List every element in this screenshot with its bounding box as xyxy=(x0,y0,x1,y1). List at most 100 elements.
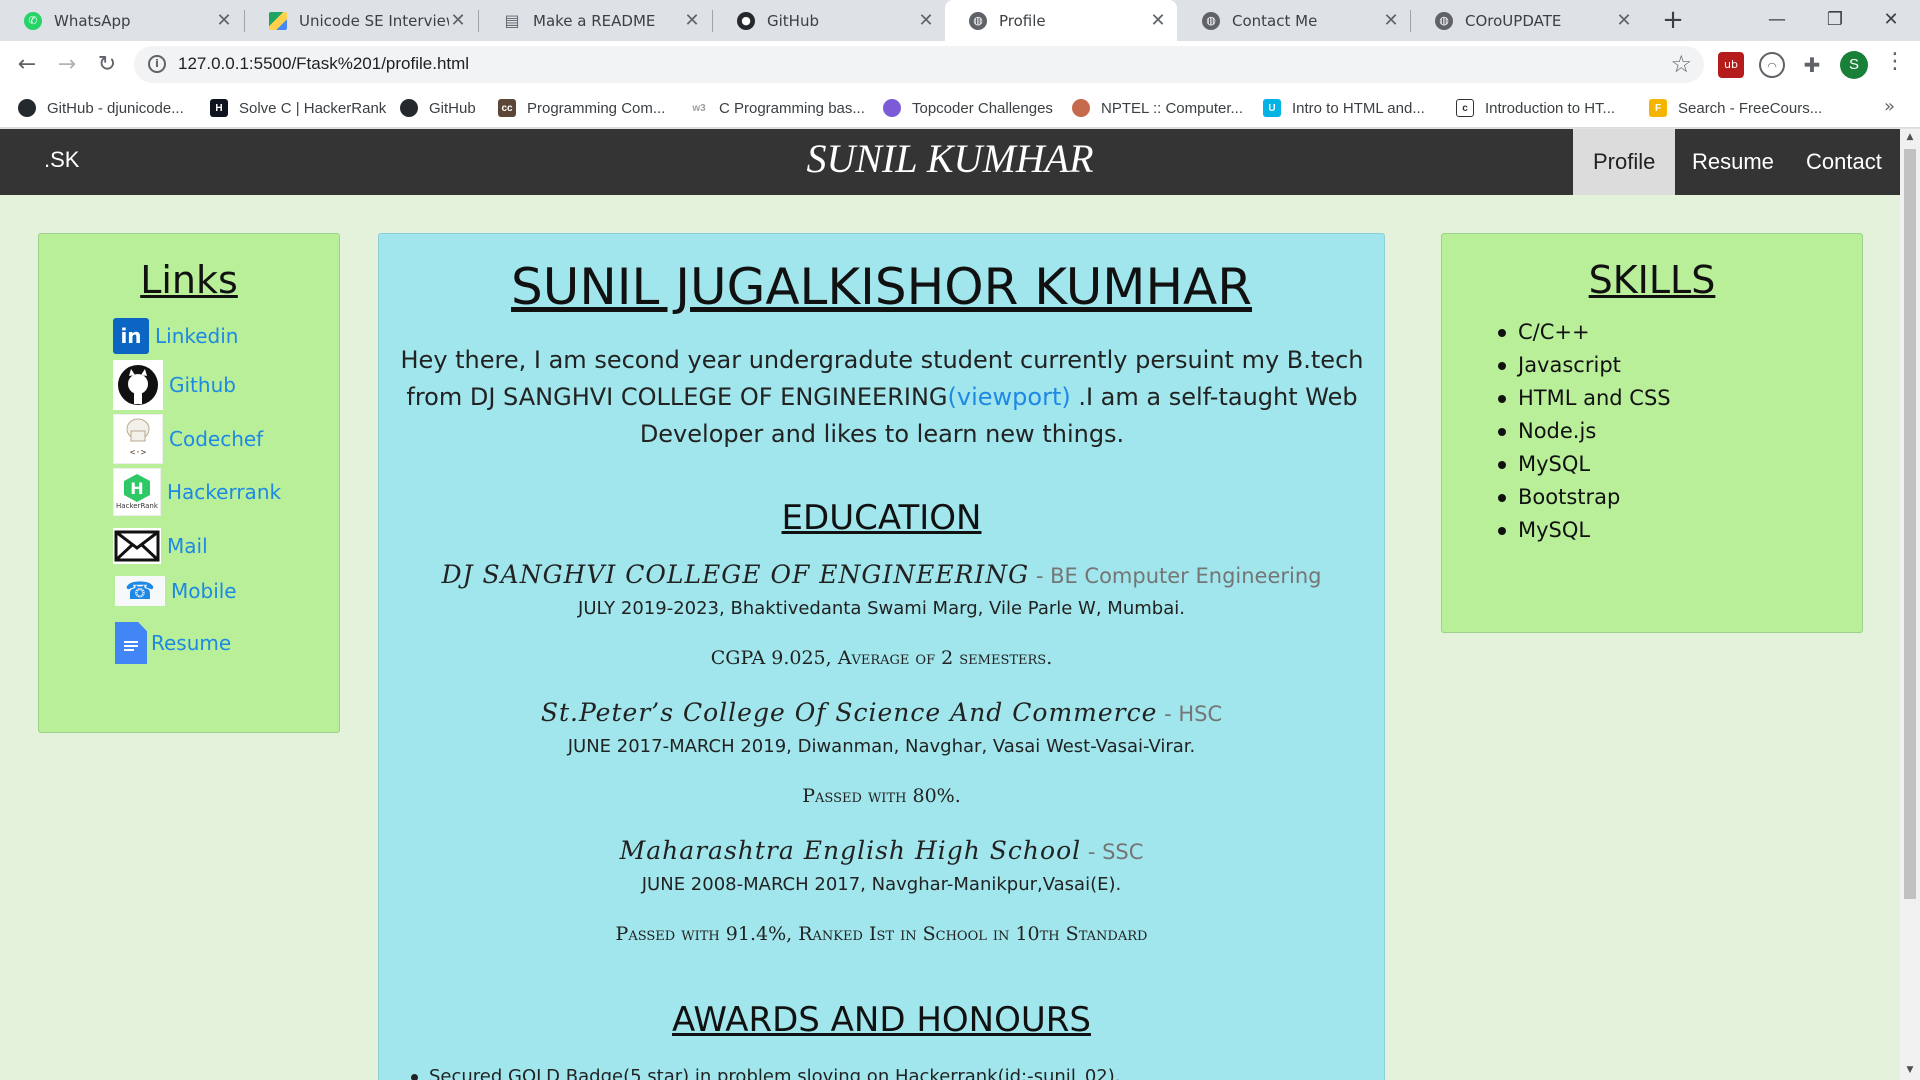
close-icon[interactable]: ✕ xyxy=(917,10,935,31)
bookmark-item[interactable]: cc Programming Com... xyxy=(498,98,665,118)
topcoder-icon xyxy=(883,99,901,117)
bookmark-label: Introduction to HT... xyxy=(1485,99,1616,117)
nav-profile[interactable]: Profile xyxy=(1573,129,1676,195)
bookmark-star-icon[interactable]: ☆ xyxy=(1670,50,1692,78)
link-linkedin[interactable]: in Linkedin xyxy=(113,318,238,354)
bookmark-item[interactable]: GitHub xyxy=(400,98,476,118)
awards-list: Secured GOLD Badge(5 star) in problem sl… xyxy=(411,1066,1329,1080)
tab-title: Make a README xyxy=(533,11,656,30)
degree-label: - SSC xyxy=(1081,840,1144,864)
list-item: MySQL xyxy=(1498,514,1671,547)
institution-name: DJ SANGHVI COLLEGE OF ENGINEERING xyxy=(441,560,1030,589)
extension-circle-icon[interactable]: ◠ xyxy=(1759,52,1785,78)
close-icon[interactable]: ✕ xyxy=(449,10,467,31)
freecourse-icon: F xyxy=(1649,99,1667,117)
link-codechef[interactable]: <·> Codechef xyxy=(113,414,263,464)
scrollbar-thumb[interactable] xyxy=(1904,149,1916,899)
bookmark-item[interactable]: Topcoder Challenges xyxy=(883,98,1053,118)
bookmark-label: Search - FreeCours... xyxy=(1678,99,1823,117)
bookmark-label: Solve C | HackerRank xyxy=(239,99,387,117)
tab-readme[interactable]: ▤ Make a README ✕ xyxy=(479,0,711,41)
new-tab-button[interactable]: + xyxy=(1657,4,1689,36)
links-heading: Links xyxy=(140,258,238,302)
tab-title: COroUPDATE xyxy=(1465,11,1562,30)
education-score: Passed with 91.4%, Ranked Ist in School … xyxy=(615,923,1148,945)
viewport-link[interactable]: (viewport) xyxy=(948,383,1071,411)
github-icon xyxy=(400,99,418,117)
nav-resume[interactable]: Resume xyxy=(1672,129,1794,195)
bookmarks-bar: GitHub - djunicode... H Solve C | Hacker… xyxy=(0,88,1920,128)
menu-dots-icon[interactable]: ⋮ xyxy=(1884,49,1906,74)
browser-toolbar: ← → ↻ i 127.0.0.1:5500/Ftask%201/profile… xyxy=(0,41,1920,88)
close-icon[interactable]: ✕ xyxy=(1615,10,1633,31)
tab-coroupdate[interactable]: ◍ COroUPDATE ✕ xyxy=(1411,0,1643,41)
document-icon: ▤ xyxy=(504,11,520,30)
education-detail: JULY 2019-2023, Bhaktivedanta Swami Marg… xyxy=(578,598,1185,619)
list-item: Javascript xyxy=(1498,349,1671,382)
site-navbar: .SK SUNIL KUMHAR Profile Resume Contact xyxy=(0,129,1900,195)
linkedin-icon: in xyxy=(113,318,149,354)
reload-icon[interactable]: ↻ xyxy=(91,49,123,81)
link-mail[interactable]: Mail xyxy=(113,528,208,564)
ublock-icon[interactable]: ub xyxy=(1718,52,1744,78)
minimize-button[interactable]: — xyxy=(1748,0,1806,41)
link-mobile[interactable]: ☎ Mobile xyxy=(115,576,237,606)
skills-card: SKILLS C/C++ Javascript HTML and CSS Nod… xyxy=(1441,233,1863,633)
link-github[interactable]: Github xyxy=(113,360,236,410)
bookmarks-more-button[interactable]: » xyxy=(1884,96,1895,117)
list-item: MySQL xyxy=(1498,448,1671,481)
scroll-down-arrow-icon[interactable]: ▼ xyxy=(1904,1065,1916,1077)
close-icon[interactable]: ✕ xyxy=(1382,10,1400,31)
tab-whatsapp[interactable]: ✆ WhatsApp ✕ xyxy=(0,0,243,41)
education-institution: Maharashtra English High School - SSC xyxy=(379,836,1384,865)
link-resume[interactable]: Resume xyxy=(115,622,231,664)
github-icon: ● xyxy=(737,11,755,30)
bookmark-label: GitHub xyxy=(429,99,476,117)
close-icon[interactable]: ✕ xyxy=(1149,10,1167,31)
tab-profile[interactable]: ◍ Profile ✕ xyxy=(945,0,1177,41)
bookmark-item[interactable]: w3 C Programming bas... xyxy=(690,98,865,118)
tab-title: Unicode SE Interview Ta xyxy=(299,11,449,30)
bookmark-label: Programming Com... xyxy=(527,99,666,117)
page-viewport: .SK SUNIL KUMHAR Profile Resume Contact … xyxy=(0,129,1900,1080)
address-bar[interactable]: i 127.0.0.1:5500/Ftask%201/profile.html … xyxy=(134,46,1704,83)
education-detail: JUNE 2017-MARCH 2019, Diwanman, Navghar,… xyxy=(567,736,1196,757)
close-icon[interactable]: ✕ xyxy=(683,10,701,31)
link-hackerrank[interactable]: H HackerRank Hackerrank xyxy=(113,468,281,516)
tab-github[interactable]: ● GitHub ✕ xyxy=(713,0,945,41)
bookmark-item[interactable]: H Solve C | HackerRank xyxy=(210,98,386,118)
bookmark-item[interactable]: c Introduction to HT... xyxy=(1456,98,1615,118)
profile-avatar[interactable]: S xyxy=(1840,51,1868,79)
bookmark-item[interactable]: U Intro to HTML and... xyxy=(1263,98,1425,118)
list-item: Bootstrap xyxy=(1498,481,1671,514)
page-scrollbar[interactable]: ▲ ▼ xyxy=(1900,129,1920,1080)
hackerrank-icon: H HackerRank xyxy=(113,468,161,516)
list-item: Node.js xyxy=(1498,415,1671,448)
back-arrow-icon[interactable]: ← xyxy=(11,49,43,81)
globe-icon: ◍ xyxy=(1202,11,1220,30)
tab-unicode[interactable]: Unicode SE Interview Ta ✕ xyxy=(245,0,477,41)
close-window-button[interactable]: ✕ xyxy=(1862,0,1920,41)
close-icon[interactable]: ✕ xyxy=(215,10,233,31)
bookmark-item[interactable]: GitHub - djunicode... xyxy=(18,98,184,118)
restore-button[interactable]: ❐ xyxy=(1806,0,1864,41)
link-label: Mobile xyxy=(171,579,237,603)
bookmark-item[interactable]: NPTEL :: Computer... xyxy=(1072,98,1243,118)
skills-heading: SKILLS xyxy=(1588,258,1716,302)
bookmark-item[interactable]: F Search - FreeCours... xyxy=(1649,98,1822,118)
w3schools-icon: w3 xyxy=(692,102,706,114)
forward-arrow-icon[interactable]: → xyxy=(51,49,83,81)
education-score: Passed with 80%. xyxy=(802,785,961,807)
nav-contact[interactable]: Contact xyxy=(1786,129,1900,195)
info-icon[interactable]: i xyxy=(148,55,166,73)
institution-name: St.Peter’s College Of Science And Commer… xyxy=(540,698,1158,727)
url-text[interactable]: 127.0.0.1:5500/Ftask%201/profile.html xyxy=(178,54,469,74)
links-card: Links in Linkedin Github <·> Codechef H … xyxy=(38,233,340,733)
phone-icon: ☎ xyxy=(115,576,165,606)
scroll-up-arrow-icon[interactable]: ▲ xyxy=(1904,132,1916,144)
list-item: C/C++ xyxy=(1498,316,1671,349)
extensions-puzzle-icon[interactable]: ✚ xyxy=(1799,52,1825,78)
tab-contact[interactable]: ◍ Contact Me ✕ xyxy=(1178,0,1410,41)
intro-paragraph: Hey there, I am second year undergradute… xyxy=(397,342,1367,453)
link-label: Linkedin xyxy=(155,324,239,348)
